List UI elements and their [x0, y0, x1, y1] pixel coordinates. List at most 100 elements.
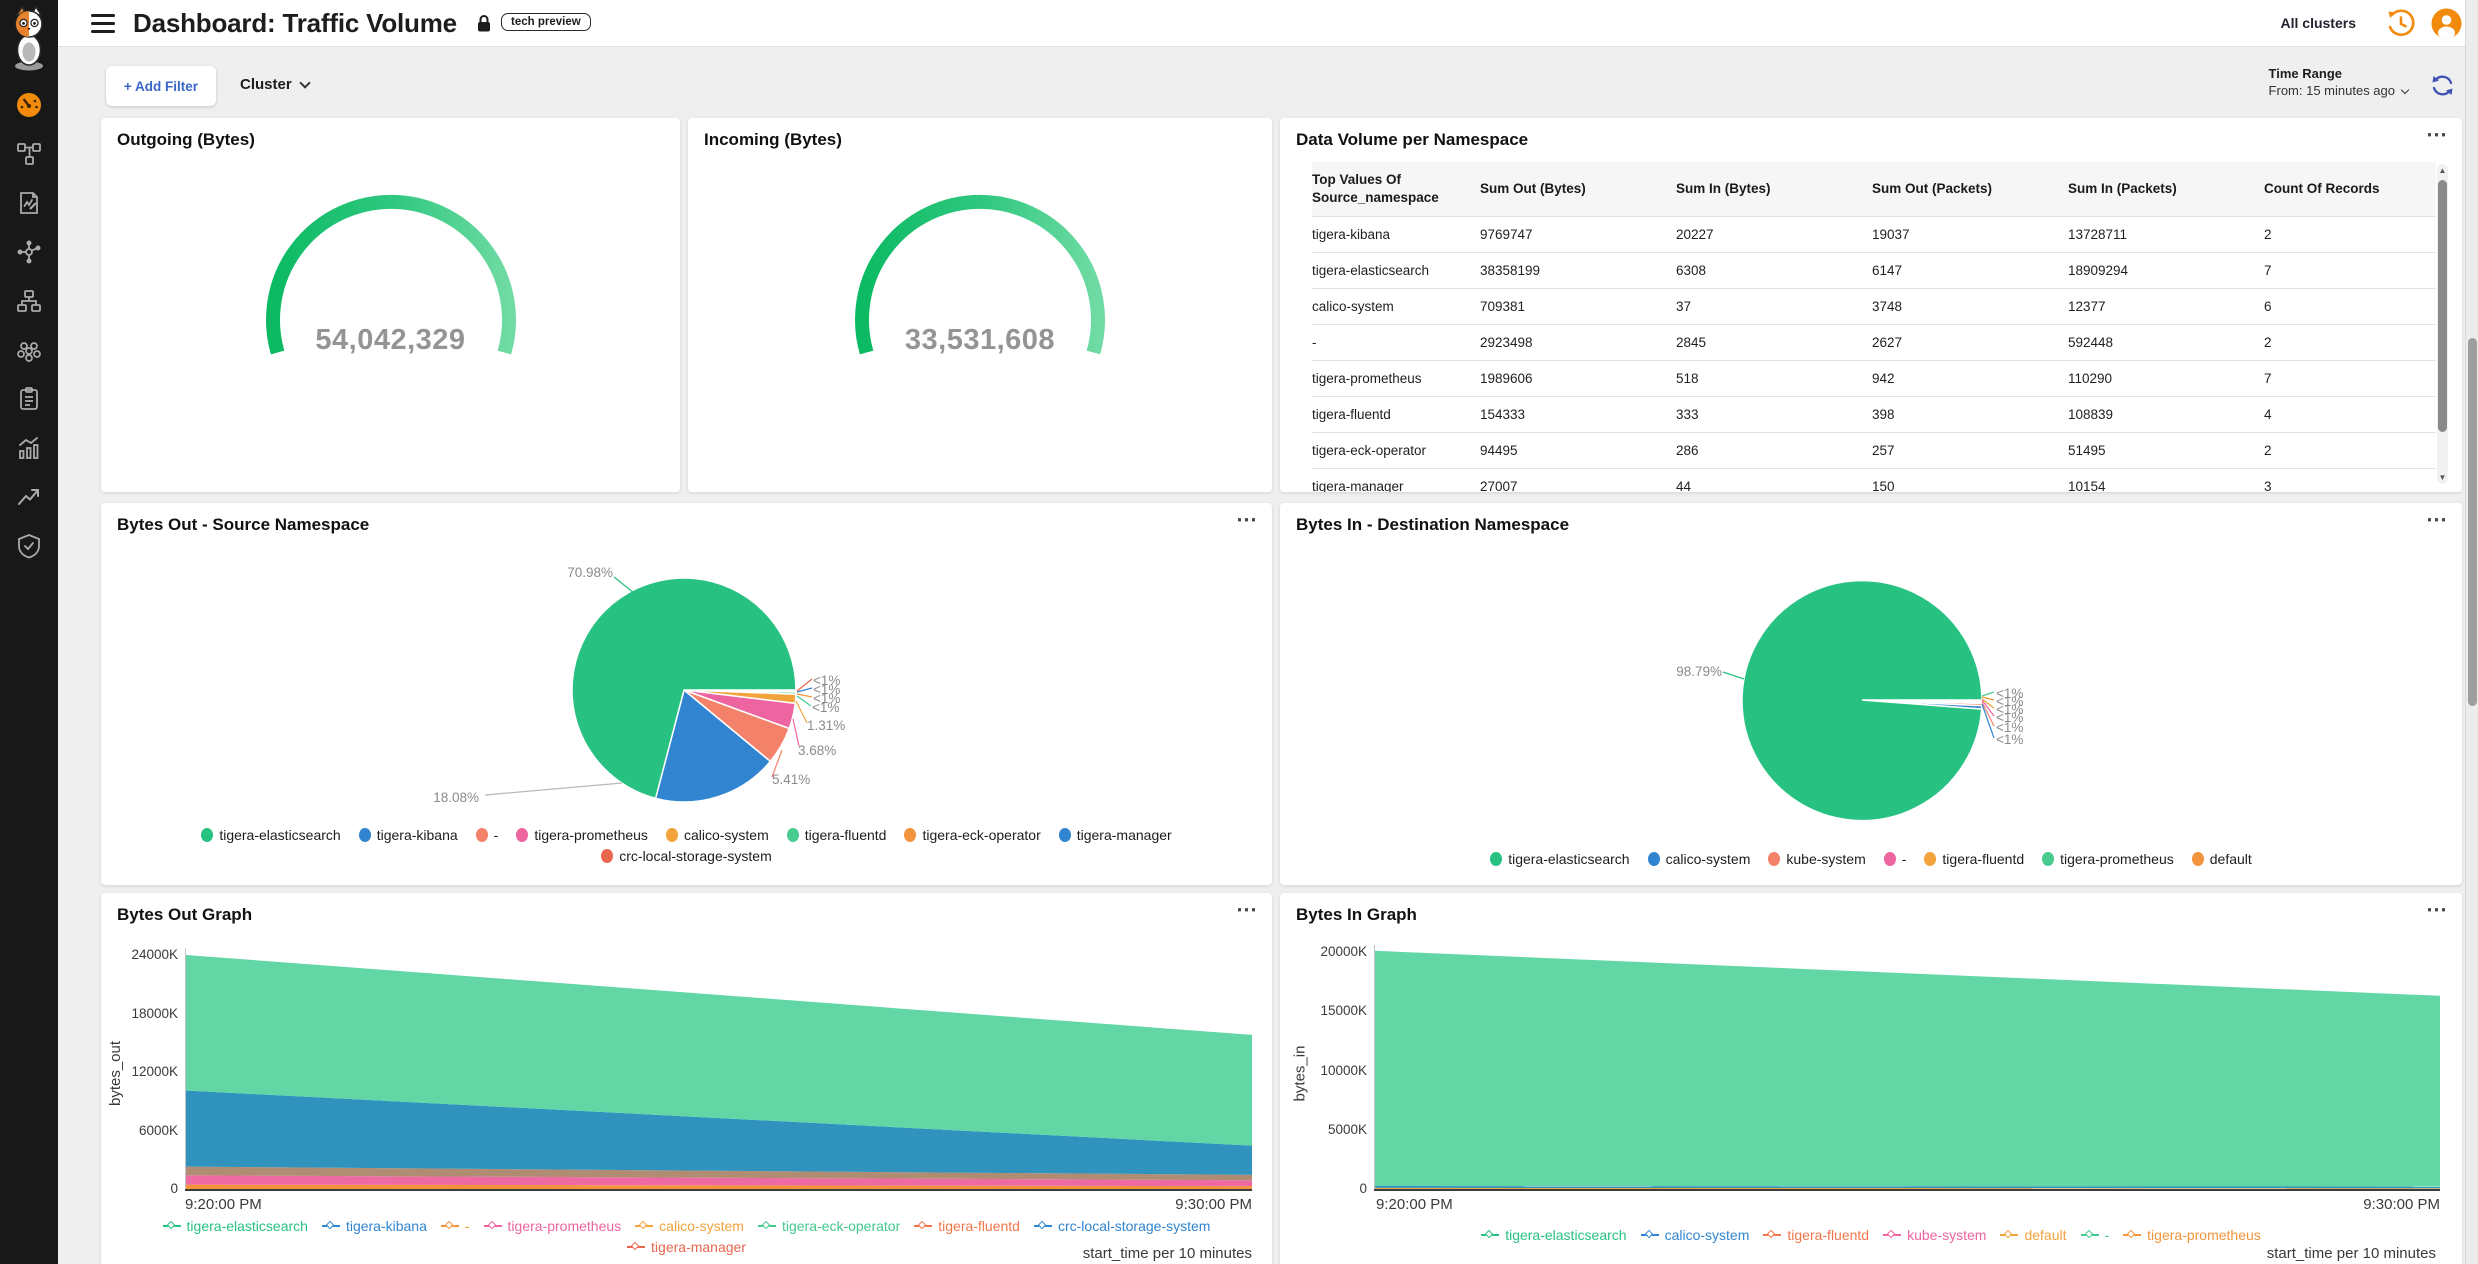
legend-item--[interactable]: -: [1884, 851, 1907, 867]
scroll-down-icon[interactable]: ▼: [2438, 473, 2447, 482]
legend-item-default[interactable]: default: [2000, 1227, 2066, 1243]
legend-item-calico-system[interactable]: calico-system: [635, 1218, 744, 1234]
table-cell: 37: [1676, 289, 1872, 325]
table-column-header[interactable]: Sum In (Packets): [2068, 162, 2264, 217]
tech-preview-badge: tech preview: [501, 13, 591, 31]
table-column-header[interactable]: Sum Out (Bytes): [1480, 162, 1676, 217]
legend-item-calico-system[interactable]: calico-system: [1641, 1227, 1750, 1243]
user-avatar-icon[interactable]: [2431, 8, 2462, 39]
legend-item-tigera-fluentd[interactable]: tigera-fluentd: [1763, 1227, 1869, 1243]
legend-item-tigera-kibana[interactable]: tigera-kibana: [322, 1218, 427, 1234]
table-scrollbar-thumb[interactable]: [2438, 180, 2447, 432]
legend-label: crc-local-storage-system: [619, 848, 771, 864]
add-filter-button[interactable]: + Add Filter: [106, 66, 216, 106]
legend-item-tigera-fluentd[interactable]: tigera-fluentd: [1924, 851, 2024, 867]
legend-item-tigera-manager[interactable]: tigera-manager: [1059, 827, 1172, 843]
panel-menu-icon[interactable]: ⋯: [2426, 897, 2448, 922]
sidebar-item-dashboard gauge-dashboard-icon[interactable]: [16, 92, 42, 118]
legend-dot-icon: [1924, 852, 1936, 866]
legend-dot-icon: [516, 828, 528, 842]
table-cell: tigera-eck-operator: [1312, 433, 1480, 469]
panel-menu-icon[interactable]: ⋯: [2426, 122, 2448, 147]
legend-label: tigera-prometheus: [2147, 1227, 2261, 1243]
legend-item-tigera-elasticsearch[interactable]: tigera-elasticsearch: [1490, 851, 1629, 867]
bytes-out-area-chart: [186, 948, 1252, 1190]
panel-data-volume: Data Volume per Namespace ⋯ Top Values O…: [1280, 118, 2462, 492]
legend-item-tigera-prometheus[interactable]: tigera-prometheus: [2042, 851, 2174, 867]
pie-slice-tigera-elasticsearch[interactable]: [1742, 581, 1982, 821]
table-row: tigera-manager2700744150101543: [1312, 469, 2436, 492]
legend-item-tigera-prometheus[interactable]: tigera-prometheus: [2123, 1227, 2261, 1243]
sidebar-item-security shield-icon[interactable]: [16, 533, 42, 559]
legend-item-tigera-prometheus[interactable]: tigera-prometheus: [484, 1218, 622, 1234]
legend-line-marker-icon: [441, 1221, 459, 1231]
table-cell: 398: [1872, 397, 2068, 433]
legend-label: tigera-elasticsearch: [187, 1218, 308, 1234]
table-column-header[interactable]: Sum Out (Packets): [1872, 162, 2068, 217]
table-cell: 709381: [1480, 289, 1676, 325]
panel-menu-icon[interactable]: ⋯: [1236, 897, 1258, 922]
panel-incoming-bytes: Incoming (Bytes) 33,531,608: [688, 118, 1272, 492]
sidebar-item-flow-viz molecule-icon[interactable]: [16, 239, 42, 265]
sidebar-item-networksets network-tree-icon[interactable]: [16, 288, 42, 314]
table-cell: 2627: [1872, 325, 2068, 361]
hamburger-menu-icon[interactable]: [91, 14, 115, 33]
legend-item-kube-system[interactable]: kube-system: [1768, 851, 1865, 867]
sidebar-item-compliance clipboard-icon[interactable]: [16, 386, 42, 412]
legend-item-tigera-elasticsearch[interactable]: tigera-elasticsearch: [201, 827, 340, 843]
sidebar-item-statistics bar-chart-icon[interactable]: [16, 435, 42, 461]
area-series-tigera-elasticsearch[interactable]: [1375, 951, 2440, 1187]
panel-title: Data Volume per Namespace: [1296, 130, 1528, 150]
legend-item-tigera-manager[interactable]: tigera-manager: [627, 1239, 746, 1255]
cluster-filter-dropdown[interactable]: Cluster: [240, 76, 309, 93]
table-cell: 286: [1676, 433, 1872, 469]
legend-label: tigera-elasticsearch: [219, 827, 340, 843]
legend-item-tigera-fluentd[interactable]: tigera-fluentd: [914, 1218, 1020, 1234]
cluster-scope-label[interactable]: All clusters: [2281, 15, 2356, 31]
sidebar-item-policies document-edit-icon[interactable]: [16, 190, 42, 216]
legend-item-crc-local-storage-system[interactable]: crc-local-storage-system: [1034, 1218, 1210, 1234]
panel-bytes-out-graph: Bytes Out Graph ⋯ bytes_out 24000K18000K…: [101, 893, 1272, 1264]
legend-item-tigera-eck-operator[interactable]: tigera-eck-operator: [904, 827, 1040, 843]
table-cell: 6147: [1872, 253, 2068, 289]
table-cell: tigera-manager: [1312, 469, 1480, 492]
legend-item-crc-local-storage-system[interactable]: crc-local-storage-system: [601, 848, 771, 864]
table-column-header[interactable]: Sum In (Bytes): [1676, 162, 1872, 217]
legend-item-tigera-eck-operator[interactable]: tigera-eck-operator: [758, 1218, 900, 1234]
page-scrollbar-thumb[interactable]: [2468, 338, 2477, 706]
legend-label: tigera-fluentd: [938, 1218, 1020, 1234]
y-axis-tick-label: 5000K: [1297, 1122, 1367, 1137]
legend-item-tigera-prometheus[interactable]: tigera-prometheus: [516, 827, 648, 843]
sidebar-item-trends trend-arrow-icon[interactable]: [16, 484, 42, 510]
legend-item-default[interactable]: default: [2192, 851, 2252, 867]
sidebar-item-service-graph topology-icon[interactable]: [16, 141, 42, 167]
calico-cat-logo[interactable]: [5, 6, 53, 72]
legend-item-calico-system[interactable]: calico-system: [666, 827, 769, 843]
legend-item-kube-system[interactable]: kube-system: [1883, 1227, 1986, 1243]
legend-label: tigera-kibana: [377, 827, 458, 843]
legend-item--[interactable]: -: [441, 1218, 470, 1234]
legend-item--[interactable]: -: [2081, 1227, 2110, 1243]
legend-item-tigera-fluentd[interactable]: tigera-fluentd: [787, 827, 887, 843]
table-cell: tigera-prometheus: [1312, 361, 1480, 397]
scroll-up-icon[interactable]: ▲: [2438, 166, 2447, 175]
legend-item-tigera-elasticsearch[interactable]: tigera-elasticsearch: [1481, 1227, 1626, 1243]
table-cell: 13728711: [2068, 217, 2264, 253]
time-range-selector[interactable]: From: 15 minutes ago: [2269, 83, 2408, 98]
bytes-in-pie-chart: [1280, 503, 2462, 885]
history-icon[interactable]: [2385, 8, 2416, 39]
legend-item-tigera-elasticsearch[interactable]: tigera-elasticsearch: [163, 1218, 308, 1234]
legend-label: tigera-prometheus: [2060, 851, 2174, 867]
sidebar-item-clusters honeycomb-cluster-icon[interactable]: [16, 337, 42, 363]
legend-dot-icon: [201, 828, 213, 842]
table-column-header[interactable]: Count Of Records: [2264, 162, 2436, 217]
top-header: Dashboard: Traffic Volume tech preview A…: [58, 0, 2478, 47]
refresh-icon[interactable]: [2429, 72, 2456, 99]
legend-item--[interactable]: -: [476, 827, 499, 843]
legend-label: -: [1902, 851, 1907, 867]
table-cell: 10154: [2068, 469, 2264, 492]
legend-line-marker-icon: [1763, 1230, 1781, 1240]
legend-item-calico-system[interactable]: calico-system: [1648, 851, 1751, 867]
table-column-header[interactable]: Top Values Of Source_namespace: [1312, 162, 1480, 217]
legend-item-tigera-kibana[interactable]: tigera-kibana: [359, 827, 458, 843]
